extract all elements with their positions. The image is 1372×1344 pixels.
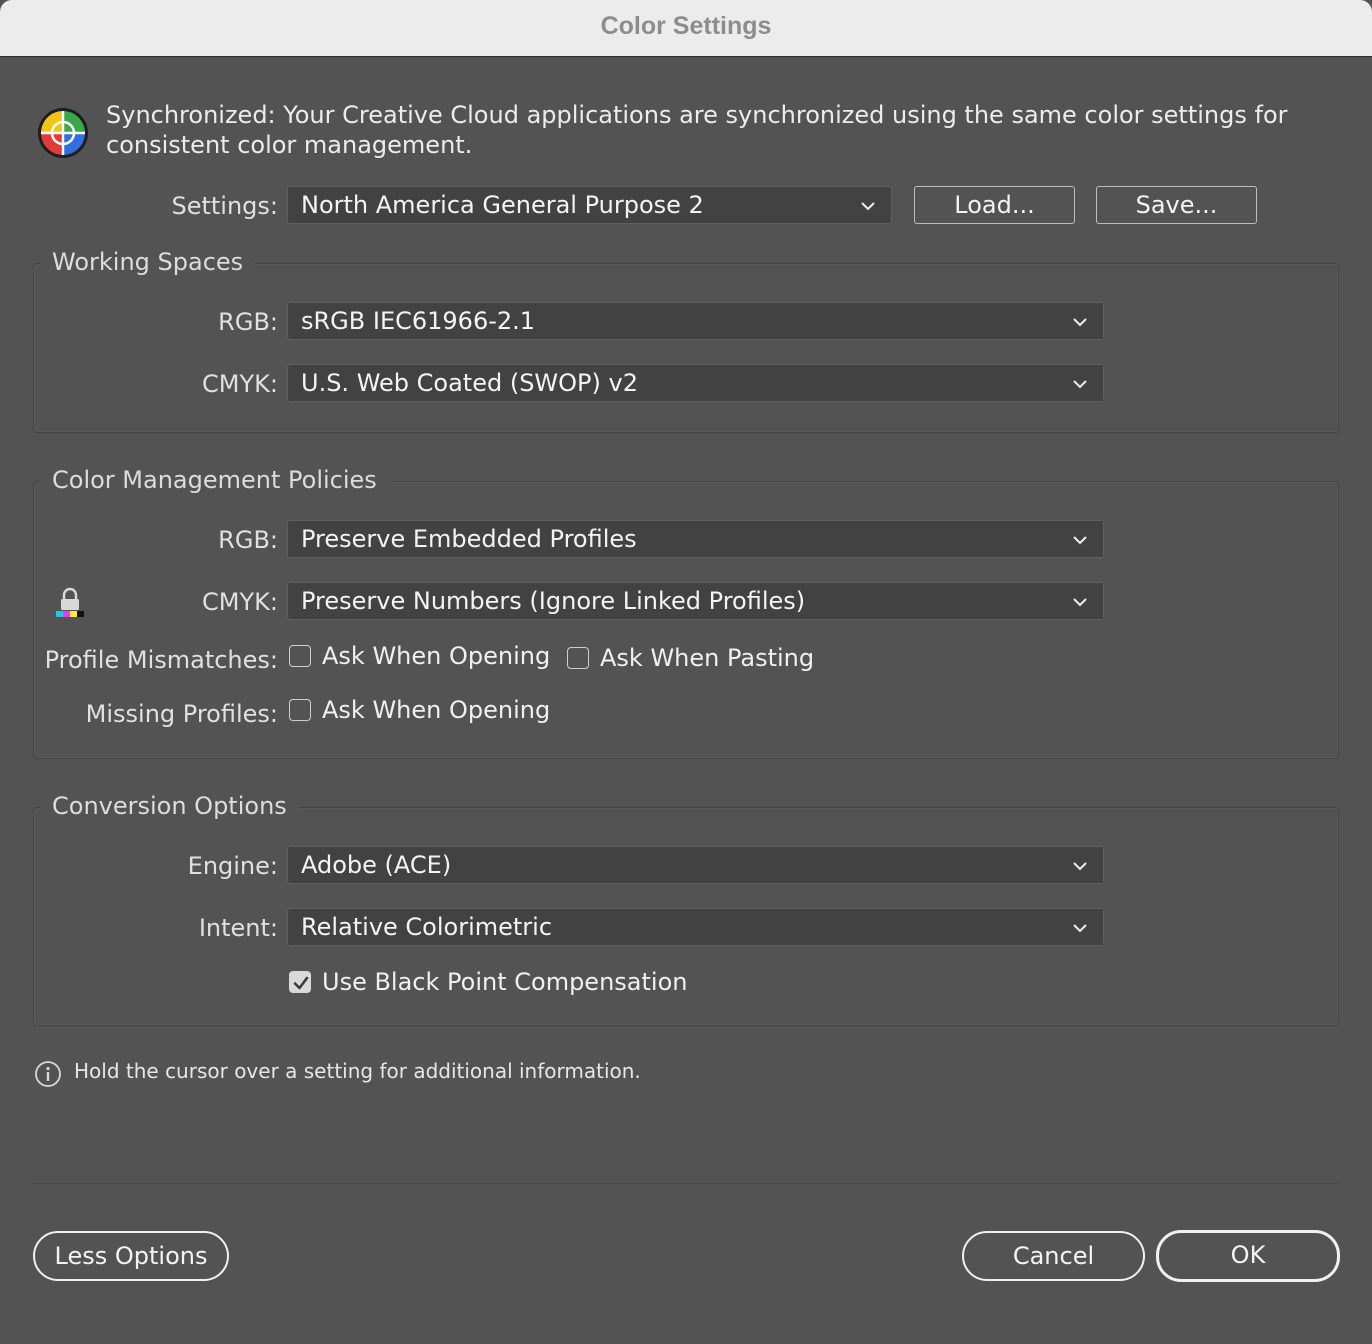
policy-cmyk-value: Preserve Numbers (Ignore Linked Profiles… bbox=[301, 587, 806, 615]
black-point-compensation-checkbox[interactable] bbox=[289, 971, 311, 993]
cancel-button[interactable]: Cancel bbox=[962, 1231, 1145, 1281]
settings-label: Settings: bbox=[171, 192, 278, 220]
ws-cmyk-value: U.S. Web Coated (SWOP) v2 bbox=[301, 369, 638, 397]
color-wheel-icon bbox=[38, 108, 88, 158]
ok-button[interactable]: OK bbox=[1156, 1230, 1340, 1282]
missing-profiles-label: Missing Profiles: bbox=[85, 700, 278, 728]
missing-ask-opening-checkbox[interactable] bbox=[289, 699, 311, 721]
save-button[interactable]: Save... bbox=[1096, 186, 1257, 224]
settings-dropdown[interactable]: North America General Purpose 2 bbox=[287, 186, 892, 224]
window-title: Color Settings bbox=[600, 12, 772, 40]
policy-cmyk-dropdown[interactable]: Preserve Numbers (Ignore Linked Profiles… bbox=[287, 582, 1104, 620]
black-point-compensation-label[interactable]: Use Black Point Compensation bbox=[322, 968, 687, 996]
footer-divider bbox=[33, 1183, 1339, 1184]
policy-rgb-value: Preserve Embedded Profiles bbox=[301, 525, 637, 553]
chevron-down-icon bbox=[1073, 862, 1087, 871]
load-button[interactable]: Load... bbox=[914, 186, 1075, 224]
checkmark-icon bbox=[293, 976, 309, 990]
conversion-title: Conversion Options bbox=[40, 792, 299, 820]
policy-rgb-dropdown[interactable]: Preserve Embedded Profiles bbox=[287, 520, 1104, 558]
chevron-down-icon bbox=[861, 202, 875, 211]
engine-label: Engine: bbox=[187, 852, 278, 880]
working-spaces-group bbox=[33, 263, 1339, 433]
sync-message: Synchronized: Your Creative Cloud applic… bbox=[106, 101, 1288, 159]
engine-dropdown[interactable]: Adobe (ACE) bbox=[287, 846, 1104, 884]
profile-mismatches-label: Profile Mismatches: bbox=[44, 646, 278, 674]
chevron-down-icon bbox=[1073, 380, 1087, 389]
intent-value: Relative Colorimetric bbox=[301, 913, 553, 941]
chevron-down-icon bbox=[1073, 598, 1087, 607]
title-bar: Color Settings bbox=[0, 0, 1372, 57]
settings-value: North America General Purpose 2 bbox=[301, 191, 704, 219]
chevron-down-icon bbox=[1073, 924, 1087, 933]
ws-rgb-label: RGB: bbox=[218, 308, 278, 336]
mismatch-ask-opening-label[interactable]: Ask When Opening bbox=[322, 642, 550, 670]
policy-cmyk-label: CMYK: bbox=[202, 588, 278, 616]
policies-title: Color Management Policies bbox=[40, 466, 389, 494]
engine-value: Adobe (ACE) bbox=[301, 851, 452, 879]
lock-icon bbox=[56, 587, 84, 617]
policy-rgb-label: RGB: bbox=[218, 526, 278, 554]
ws-cmyk-label: CMYK: bbox=[202, 370, 278, 398]
intent-dropdown[interactable]: Relative Colorimetric bbox=[287, 908, 1104, 946]
info-icon bbox=[35, 1061, 61, 1087]
chevron-down-icon bbox=[1073, 536, 1087, 545]
mismatch-ask-opening-checkbox[interactable] bbox=[289, 645, 311, 667]
ws-cmyk-dropdown[interactable]: U.S. Web Coated (SWOP) v2 bbox=[287, 364, 1104, 402]
missing-ask-opening-label[interactable]: Ask When Opening bbox=[322, 696, 550, 724]
mismatch-ask-pasting-label[interactable]: Ask When Pasting bbox=[600, 644, 814, 672]
intent-label: Intent: bbox=[198, 914, 278, 942]
info-text: Hold the cursor over a setting for addit… bbox=[74, 1059, 641, 1083]
working-spaces-title: Working Spaces bbox=[40, 248, 256, 276]
ws-rgb-value: sRGB IEC61966-2.1 bbox=[301, 307, 536, 335]
less-options-button[interactable]: Less Options bbox=[33, 1231, 229, 1281]
mismatch-ask-pasting-checkbox[interactable] bbox=[567, 647, 589, 669]
chevron-down-icon bbox=[1073, 318, 1087, 327]
ws-rgb-dropdown[interactable]: sRGB IEC61966-2.1 bbox=[287, 302, 1104, 340]
